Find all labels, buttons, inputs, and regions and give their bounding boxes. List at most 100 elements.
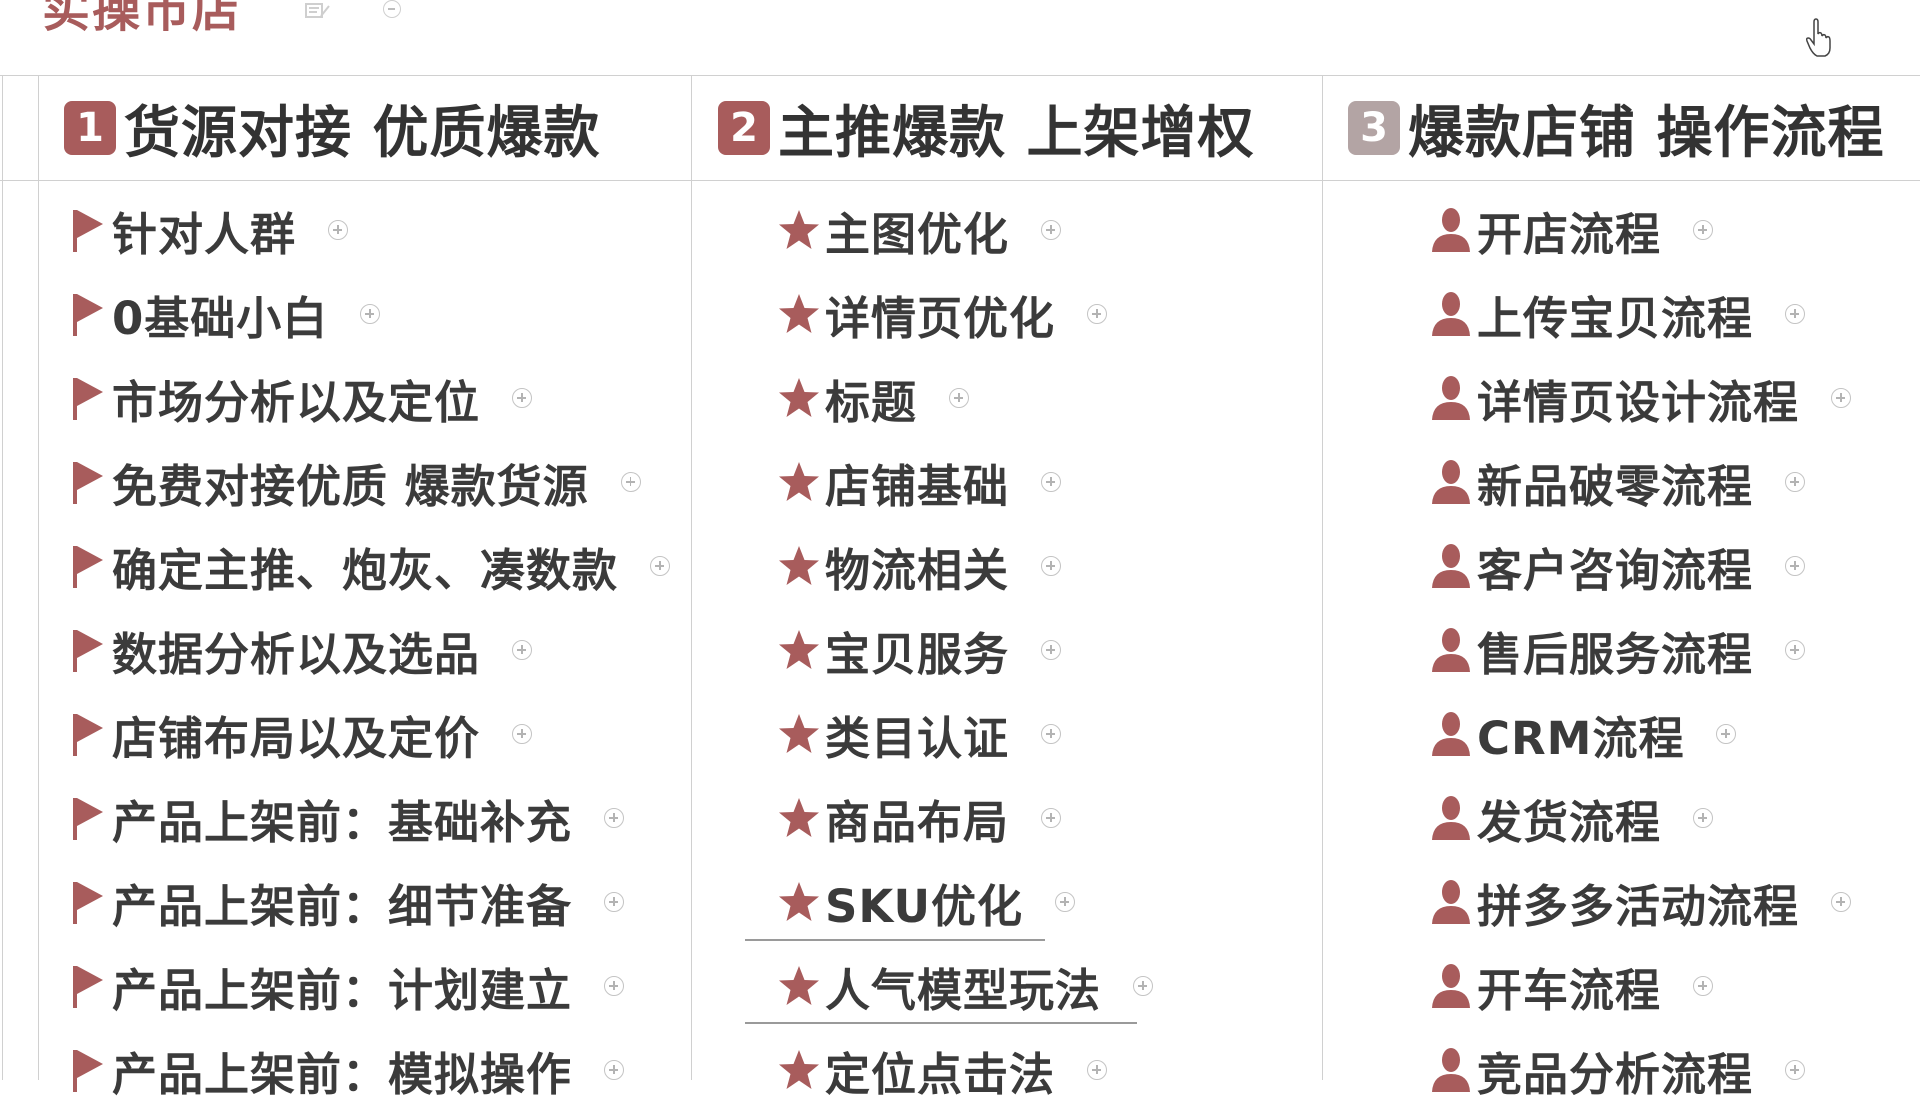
list-item[interactable]: 产品上架前：细节准备: [64, 872, 625, 933]
list-item[interactable]: 开车流程: [1425, 956, 1714, 1017]
expand-icon[interactable]: [1041, 724, 1062, 744]
list-item[interactable]: 上传宝贝流程: [1425, 284, 1806, 345]
expand-icon[interactable]: [604, 1060, 625, 1080]
list-item[interactable]: 类目认证: [773, 704, 1062, 765]
list-item-label: 竞品分析流程: [1477, 1047, 1754, 1101]
star-icon: [773, 1048, 825, 1092]
list-item-label: 客户咨询流程: [1477, 543, 1754, 597]
expand-icon[interactable]: [1041, 556, 1062, 576]
list-item[interactable]: 开店流程: [1425, 200, 1714, 261]
list-item[interactable]: 产品上架前：基础补充: [64, 788, 625, 849]
note-icon[interactable]: [305, 2, 331, 20]
expand-icon[interactable]: [1693, 808, 1714, 828]
expand-icon[interactable]: [512, 724, 533, 744]
list-item[interactable]: 确定主推、炮灰、凑数款: [64, 536, 671, 597]
expand-icon[interactable]: [650, 556, 671, 576]
list-item-label: CRM流程: [1477, 711, 1685, 765]
list-item[interactable]: 新品破零流程: [1425, 452, 1806, 513]
list-item-label: 类目认证: [825, 711, 1010, 765]
selection-underline: [745, 939, 1045, 941]
expand-icon[interactable]: [604, 808, 625, 828]
column-divider-1: [691, 75, 692, 1080]
expand-icon[interactable]: [1785, 640, 1806, 660]
list-item[interactable]: 售后服务流程: [1425, 620, 1806, 681]
person-icon: [1425, 710, 1477, 758]
list-item[interactable]: 竞品分析流程: [1425, 1040, 1806, 1101]
column-header-text: 主推爆款 上架增权: [778, 100, 1255, 166]
flag-icon: [64, 962, 112, 1010]
expand-icon[interactable]: [620, 472, 641, 492]
column-header-3[interactable]: 3 爆款店铺 操作流程: [1348, 88, 1885, 168]
list-item[interactable]: 拼多多活动流程: [1425, 872, 1852, 933]
list-item[interactable]: 产品上架前：计划建立: [64, 956, 625, 1017]
list-item[interactable]: 详情页优化: [773, 284, 1108, 345]
list-item[interactable]: 人气模型玩法: [773, 956, 1154, 1017]
list-item-label: 拼多多活动流程: [1477, 879, 1800, 933]
person-icon: [1425, 206, 1477, 254]
list-item[interactable]: 详情页设计流程: [1425, 368, 1852, 429]
list-item[interactable]: 客户咨询流程: [1425, 536, 1806, 597]
expand-icon[interactable]: [1133, 976, 1154, 996]
flag-icon: [64, 374, 112, 422]
list-item[interactable]: 发货流程: [1425, 788, 1714, 849]
list-item[interactable]: SKU优化: [773, 872, 1076, 933]
list-item[interactable]: 宝贝服务: [773, 620, 1062, 681]
list-item[interactable]: 产品上架前：模拟操作: [64, 1040, 625, 1101]
list-item[interactable]: 商品布局: [773, 788, 1062, 849]
list-item-label: 产品上架前：计划建立: [112, 963, 573, 1017]
list-item-label: 0基础小白: [112, 291, 329, 345]
expand-icon[interactable]: [1693, 976, 1714, 996]
expand-icon[interactable]: [1087, 304, 1108, 324]
list-item[interactable]: 0基础小白: [64, 284, 381, 345]
list-item[interactable]: 主图优化: [773, 200, 1062, 261]
expand-icon[interactable]: [1785, 556, 1806, 576]
expand-icon[interactable]: [604, 892, 625, 912]
flag-icon: [64, 878, 112, 926]
expand-icon[interactable]: [1831, 388, 1852, 408]
column-header-2[interactable]: 2 主推爆款 上架增权: [718, 88, 1255, 168]
list-item[interactable]: 市场分析以及定位: [64, 368, 533, 429]
list-item-label: 针对人群: [112, 207, 297, 261]
list-item-label: 店铺基础: [825, 459, 1010, 513]
list-item-label: 发货流程: [1477, 795, 1662, 849]
header-top-divider: [0, 75, 1920, 76]
list-item[interactable]: 物流相关: [773, 536, 1062, 597]
list-item[interactable]: 免费对接优质 爆款货源: [64, 452, 641, 513]
expand-icon[interactable]: [1041, 808, 1062, 828]
list-item[interactable]: 店铺布局以及定价: [64, 704, 533, 765]
expand-icon[interactable]: [360, 304, 381, 324]
expand-icon[interactable]: [1041, 472, 1062, 492]
left-border: [2, 75, 3, 1080]
expand-icon[interactable]: [1087, 1060, 1108, 1080]
expand-icon[interactable]: [328, 220, 349, 240]
expand-icon[interactable]: [1785, 304, 1806, 324]
person-icon: [1425, 794, 1477, 842]
list-item-label: 物流相关: [825, 543, 1010, 597]
expand-icon[interactable]: [512, 640, 533, 660]
expand-icon[interactable]: [1716, 724, 1737, 744]
list-item-label: 产品上架前：基础补充: [112, 795, 573, 849]
expand-icon[interactable]: [949, 388, 970, 408]
expand-icon[interactable]: [1055, 892, 1076, 912]
list-item[interactable]: 店铺基础: [773, 452, 1062, 513]
flag-icon: [64, 710, 112, 758]
list-item-label: 详情页设计流程: [1477, 375, 1800, 429]
list-item-label: 详情页优化: [825, 291, 1056, 345]
list-item[interactable]: 数据分析以及选品: [64, 620, 533, 681]
collapse-icon[interactable]: [383, 0, 401, 18]
expand-icon[interactable]: [1785, 1060, 1806, 1080]
expand-icon[interactable]: [1693, 220, 1714, 240]
expand-icon[interactable]: [512, 388, 533, 408]
list-item[interactable]: 标题: [773, 368, 970, 429]
list-item-label: 开车流程: [1477, 963, 1662, 1017]
list-item[interactable]: CRM流程: [1425, 704, 1737, 765]
list-item[interactable]: 定位点击法: [773, 1040, 1108, 1101]
column-header-1[interactable]: 1 货源对接 优质爆款: [64, 88, 601, 168]
expand-icon[interactable]: [1831, 892, 1852, 912]
expand-icon[interactable]: [1785, 472, 1806, 492]
expand-icon[interactable]: [1041, 640, 1062, 660]
expand-icon[interactable]: [1041, 220, 1062, 240]
list-item[interactable]: 针对人群: [64, 200, 349, 261]
star-icon: [773, 964, 825, 1008]
expand-icon[interactable]: [604, 976, 625, 996]
